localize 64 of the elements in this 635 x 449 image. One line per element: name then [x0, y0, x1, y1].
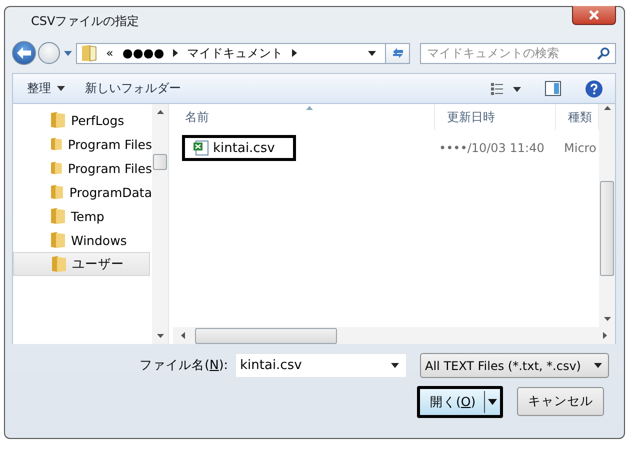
search-field[interactable]: マイドキュメントの検索 [420, 42, 616, 64]
cancel-button[interactable]: キャンセル [517, 387, 604, 416]
folder-icon [51, 208, 65, 224]
scroll-up-icon [604, 106, 610, 110]
address-bar[interactable]: « ●●●● マイドキュメント [76, 42, 410, 64]
refresh-icon [390, 46, 404, 60]
search-icon [597, 46, 610, 60]
file-name-label: ファイル名(N): [140, 357, 228, 374]
folder-item[interactable]: ユーザー [13, 252, 150, 276]
folder-item[interactable]: PerfLogs [13, 108, 152, 132]
dropdown-arrow-icon [391, 363, 399, 368]
scroll-thumb[interactable] [153, 154, 167, 170]
scroll-down-icon [604, 317, 610, 321]
scrollbar[interactable] [173, 327, 615, 344]
scroll-thumb[interactable] [195, 328, 337, 344]
refresh-button[interactable] [385, 44, 409, 62]
overflow-chevron[interactable]: « [106, 46, 114, 60]
breadcrumb-item[interactable]: ●●●● [122, 46, 164, 60]
folder-icon [51, 232, 65, 248]
window-title: CSVファイルの指定 [31, 13, 140, 30]
chevron-right-icon[interactable] [292, 49, 298, 57]
file-name-field[interactable]: kintai.csv [235, 353, 407, 378]
scroll-up-icon [156, 110, 164, 114]
folder-icon [51, 112, 65, 128]
preview-pane-icon [545, 81, 561, 96]
scroll-left-icon [181, 332, 185, 339]
dropdown-arrow-icon[interactable] [368, 50, 376, 56]
folder-item[interactable]: Program Files [13, 156, 152, 180]
table-cell-text: ••••/10/03 11:40 [438, 141, 546, 155]
close-button[interactable] [572, 6, 616, 25]
scrollbar[interactable] [599, 104, 615, 327]
column-header[interactable]: 更新日時 [435, 104, 556, 130]
back-button[interactable] [12, 41, 36, 65]
dropdown-arrow-icon [594, 363, 602, 368]
folder-icon [51, 136, 62, 152]
caret-icon [57, 86, 65, 91]
open-button[interactable]: 開く(O) [417, 386, 503, 418]
folder-item[interactable]: Windows [13, 228, 152, 252]
close-icon [588, 10, 600, 20]
spreadsheet-file-icon [193, 140, 209, 156]
folder-icon [52, 256, 66, 272]
folder-icon [51, 160, 62, 176]
folder-icon [51, 184, 64, 200]
arrow-left-icon [16, 46, 32, 60]
sort-arrow-icon [306, 106, 313, 110]
scrollbar[interactable] [152, 104, 168, 344]
file-item[interactable]: kintai.csv [182, 135, 296, 161]
scroll-right-icon [603, 332, 607, 339]
folder-icon [81, 44, 97, 62]
organize-menu[interactable]: 整理 [21, 77, 71, 100]
file-type-dropdown[interactable]: All TEXT Files (*.txt, *.csv) [420, 353, 609, 378]
folder-item[interactable]: Program Files [13, 132, 152, 156]
breadcrumb-item[interactable]: マイドキュメント [187, 44, 284, 62]
chevron-right-icon[interactable] [173, 49, 178, 57]
scroll-down-icon [156, 334, 164, 338]
list-view-icon [491, 82, 521, 94]
folder-item[interactable]: Temp [13, 204, 152, 228]
help-icon [585, 80, 603, 98]
new-folder-button[interactable]: 新しいフォルダー [79, 77, 187, 100]
scroll-thumb[interactable] [600, 181, 614, 276]
folder-item[interactable]: ProgramData [13, 180, 152, 204]
table-cell-text: Micro [563, 141, 598, 155]
dropdown-arrow-icon [488, 399, 497, 405]
forward-button[interactable] [38, 42, 60, 64]
